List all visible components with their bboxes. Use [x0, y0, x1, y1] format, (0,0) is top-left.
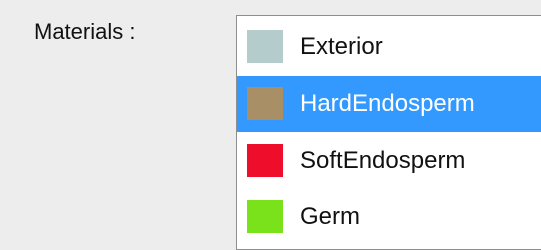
- color-swatch-germ: [247, 200, 283, 233]
- color-swatch-exterior: [247, 30, 283, 63]
- color-swatch-hardendosperm: [247, 87, 283, 120]
- materials-label: Materials :: [34, 19, 136, 44]
- materials-listbox[interactable]: Exterior HardEndosperm SoftEndosperm Ger…: [236, 15, 541, 250]
- list-item-label: Germ: [300, 203, 360, 230]
- color-swatch-softendosperm: [247, 144, 283, 177]
- list-item-exterior[interactable]: Exterior: [237, 19, 541, 75]
- list-item-label: HardEndosperm: [300, 90, 475, 117]
- list-item-germ[interactable]: Germ: [237, 189, 541, 245]
- list-item-label: Exterior: [300, 33, 383, 60]
- list-item-hardendosperm[interactable]: HardEndosperm: [237, 76, 541, 132]
- list-item-label: SoftEndosperm: [300, 147, 466, 174]
- list-item-softendosperm[interactable]: SoftEndosperm: [237, 133, 541, 189]
